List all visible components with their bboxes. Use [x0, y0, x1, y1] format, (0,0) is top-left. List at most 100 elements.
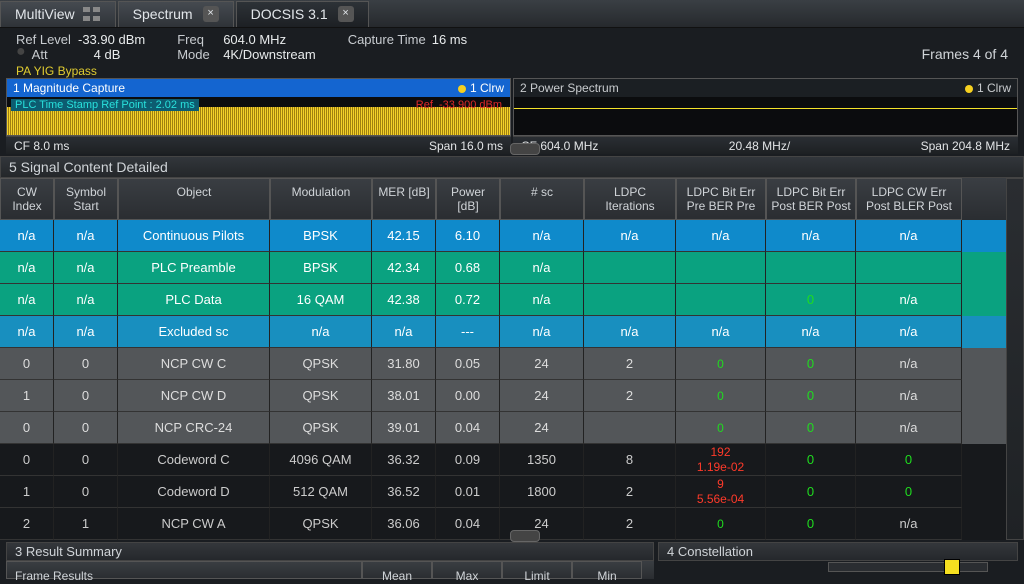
th-max[interactable]: Max	[432, 561, 502, 579]
th-ldpc-cw[interactable]: LDPC CW Err Post BLER Post	[856, 178, 962, 220]
table-cell: 36.32	[372, 444, 436, 476]
table-cell: 95.56e-04	[676, 476, 766, 508]
magnitude-plot[interactable]: PLC Time Stamp Ref Point : 2.02 ms Ref. …	[7, 97, 510, 135]
span-label: Span 16.0 ms	[429, 137, 503, 154]
th-symbol-start[interactable]: Symbol Start	[54, 178, 118, 220]
table-row[interactable]: n/an/aExcluded scn/an/a---n/an/an/an/an/…	[0, 316, 1006, 348]
table-cell: PLC Preamble	[118, 252, 270, 284]
table-cell: 0	[766, 508, 856, 540]
table-cell: 1800	[500, 476, 584, 508]
freq-label: Freq	[177, 32, 217, 47]
th-cw-index[interactable]: CW Index	[0, 178, 54, 220]
tab-spectrum[interactable]: Spectrum ×	[118, 1, 234, 27]
table-row[interactable]: n/an/aPLC PreambleBPSK42.340.68n/a	[0, 252, 1006, 284]
table-cell: 8	[584, 444, 676, 476]
table-cell	[766, 252, 856, 284]
table-cell: BPSK	[270, 252, 372, 284]
mode-label: Mode	[177, 47, 217, 62]
table-cell: 36.52	[372, 476, 436, 508]
table-cell: 42.34	[372, 252, 436, 284]
table-cell: n/a	[856, 348, 962, 380]
th-mer[interactable]: MER [dB]	[372, 178, 436, 220]
tab-label: DOCSIS 3.1	[251, 6, 328, 22]
th-limit[interactable]: Limit	[502, 561, 572, 579]
table-row[interactable]: 10NCP CW DQPSK38.010.0024200n/a	[0, 380, 1006, 412]
table-scrollbar[interactable]	[1006, 178, 1024, 540]
th-nsc[interactable]: # sc	[500, 178, 584, 220]
table-row[interactable]: 00NCP CRC-24QPSK39.010.042400n/a	[0, 412, 1006, 444]
table-cell: Excluded sc	[118, 316, 270, 348]
table-cell: 0.01	[436, 476, 500, 508]
capture-value: 16 ms	[432, 32, 467, 47]
table-cell: 0	[54, 444, 118, 476]
spectrum-subpanels: 1 Magnitude Capture 1 Clrw PLC Time Stam…	[0, 78, 1024, 136]
tab-multiview[interactable]: MultiView	[0, 1, 116, 27]
panel-divider-handle[interactable]	[510, 530, 540, 542]
table-row[interactable]: 00NCP CW CQPSK31.800.0524200n/a	[0, 348, 1006, 380]
table-cell: n/a	[500, 316, 584, 348]
power-spectrum-panel[interactable]: 2 Power Spectrum 1 Clrw	[513, 78, 1018, 136]
table-cell: n/a	[766, 316, 856, 348]
signal-table[interactable]: CW Index Symbol Start Object Modulation …	[0, 178, 1006, 540]
table-row[interactable]: 00Codeword C4096 QAM36.320.09135081921.1…	[0, 444, 1006, 476]
rbw-label: 20.48 MHz/	[729, 137, 790, 154]
th-power[interactable]: Power [dB]	[436, 178, 500, 220]
ref-level-value: -33.90 dBm	[78, 32, 145, 47]
table-cell: NCP CW A	[118, 508, 270, 540]
table-cell: 0	[676, 380, 766, 412]
table-row[interactable]: n/an/aPLC Data16 QAM42.380.72n/a0n/a	[0, 284, 1006, 316]
table-cell	[584, 284, 676, 316]
table-cell	[584, 252, 676, 284]
table-cell: QPSK	[270, 508, 372, 540]
table-cell: 4096 QAM	[270, 444, 372, 476]
table-cell: n/a	[372, 316, 436, 348]
slider-thumb[interactable]	[944, 559, 960, 575]
th-ldpc-iter[interactable]: LDPC Iterations	[584, 178, 676, 220]
table-cell: n/a	[500, 252, 584, 284]
table-cell: 0	[766, 412, 856, 444]
th-ldpc-pre[interactable]: LDPC Bit Err Pre BER Pre	[676, 178, 766, 220]
pa-bypass-status: PA YIG Bypass	[0, 64, 1024, 78]
panel-title: 1 Magnitude Capture	[13, 79, 125, 97]
close-icon[interactable]: ×	[203, 6, 219, 22]
constellation-panel[interactable]: 4 Constellation	[658, 542, 1018, 579]
table-cell: 36.06	[372, 508, 436, 540]
result-summary-panel[interactable]: 3 Result Summary Frame Results Mean Max …	[6, 542, 654, 579]
panel-divider-handle[interactable]	[510, 143, 540, 155]
th-modulation[interactable]: Modulation	[270, 178, 372, 220]
table-cell: 16 QAM	[270, 284, 372, 316]
th-mean[interactable]: Mean	[362, 561, 432, 579]
table-cell: 1921.19e-02	[676, 444, 766, 476]
table-cell: 0.04	[436, 412, 500, 444]
multiview-icon	[83, 7, 101, 21]
table-cell: 0	[676, 412, 766, 444]
table-cell: n/a	[676, 220, 766, 252]
table-row[interactable]: 10Codeword D512 QAM36.520.011800295.56e-…	[0, 476, 1006, 508]
table-cell: QPSK	[270, 380, 372, 412]
magnitude-capture-panel[interactable]: 1 Magnitude Capture 1 Clrw PLC Time Stam…	[6, 78, 511, 136]
frame-results-label: Frame Results	[6, 561, 362, 579]
th-min[interactable]: Min	[572, 561, 642, 579]
spectrum-plot[interactable]	[514, 97, 1017, 135]
att-label: Att	[32, 47, 88, 62]
table-cell: 512 QAM	[270, 476, 372, 508]
table-cell: 0	[0, 444, 54, 476]
table-row[interactable]: n/an/aContinuous PilotsBPSK42.156.10n/an…	[0, 220, 1006, 252]
table-cell: 24	[500, 348, 584, 380]
th-object[interactable]: Object	[118, 178, 270, 220]
table-row[interactable]: 21NCP CW AQPSK36.060.0424200n/a	[0, 508, 1006, 540]
table-cell: 2	[584, 508, 676, 540]
close-icon[interactable]: ×	[338, 6, 354, 22]
table-cell: n/a	[856, 380, 962, 412]
tab-docsis[interactable]: DOCSIS 3.1 ×	[236, 1, 369, 27]
table-cell: n/a	[856, 284, 962, 316]
table-cell: 0	[676, 348, 766, 380]
th-ldpc-post[interactable]: LDPC Bit Err Post BER Post	[766, 178, 856, 220]
table-cell: n/a	[500, 220, 584, 252]
table-cell: n/a	[0, 316, 54, 348]
trace-label: 1 Clrw	[470, 81, 504, 95]
tab-label: MultiView	[15, 6, 75, 22]
table-cell: 2	[584, 348, 676, 380]
constellation-slider[interactable]	[828, 562, 988, 572]
table-cell: n/a	[54, 284, 118, 316]
